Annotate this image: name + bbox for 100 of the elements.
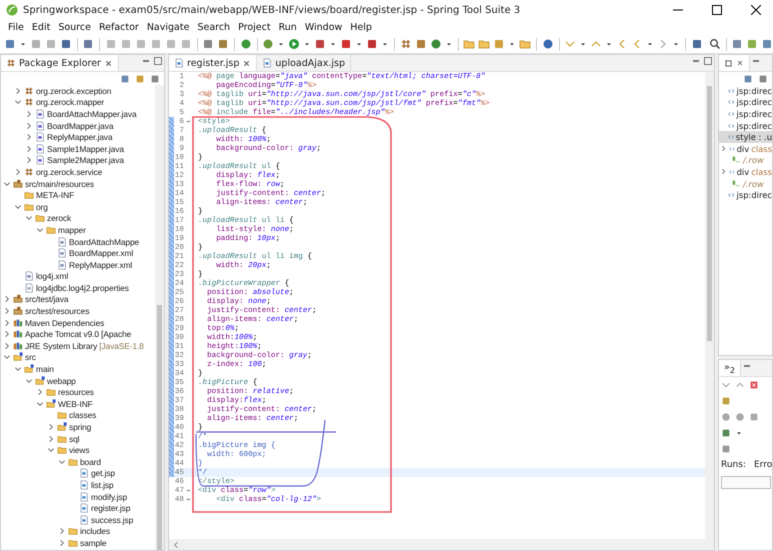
tree-item-label[interactable]: src/test/java: [25, 294, 68, 304]
tree-item-label[interactable]: main: [36, 364, 54, 374]
window-title: Springworkspace - exam05/src/main/webapp/WEB-INF/views/board/register.jsp - Spring Tool Suite 3: [23, 4, 522, 16]
menu-item[interactable]: Source: [54, 22, 95, 33]
menu-item[interactable]: Window: [300, 22, 346, 33]
tree-item-label[interactable]: org.zerock.exception: [36, 86, 112, 96]
tree-item-label[interactable]: classes: [69, 410, 96, 420]
menu-item[interactable]: Navigate: [142, 22, 194, 33]
outline-item-label[interactable]: div: [736, 166, 750, 177]
tree-item-label[interactable]: resources: [58, 387, 94, 398]
java-icon: [35, 144, 45, 154]
close-icon[interactable]: [736, 59, 744, 67]
outline-item-detail: class: [751, 166, 772, 177]
close-icon[interactable]: [242, 58, 252, 68]
folder-icon: [57, 410, 67, 420]
maximize-icon[interactable]: [702, 55, 714, 67]
outline-item-label[interactable]: /.row: [743, 155, 764, 166]
fold-icon[interactable]: [184, 118, 192, 125]
tree-item-label[interactable]: includes: [80, 526, 110, 536]
tree-item-label[interactable]: board: [80, 456, 101, 467]
tree-item-label[interactable]: log4jdbc.log4j2.properties: [36, 282, 129, 293]
tree-item-label[interactable]: src/test/resources: [25, 306, 90, 316]
tree-item-label[interactable]: BoardAttachMappe: [69, 236, 140, 247]
outline-icon: [724, 58, 733, 68]
menu-item[interactable]: Run: [274, 22, 301, 33]
tree-item-label[interactable]: Apache Tomcat v9.0 [Apache: [25, 329, 132, 340]
tree-item-label[interactable]: sql: [69, 434, 80, 444]
package-icon[interactable]: [400, 38, 412, 50]
package-explorer-tab[interactable]: Package Explorer: [1, 55, 119, 71]
tree-item-label[interactable]: BoardMapper.java: [47, 120, 114, 131]
package-explorer-icon: [6, 58, 16, 68]
tree-item-label[interactable]: zerock: [47, 213, 72, 224]
tree-item-label[interactable]: WEB-INF: [58, 398, 93, 409]
outline-item-label[interactable]: jsp:direc: [736, 120, 772, 131]
tree-item-label[interactable]: mapper: [58, 224, 86, 235]
spring-folder-icon: [35, 376, 45, 386]
scrollbar[interactable]: [169, 539, 714, 550]
scrollbar[interactable]: [155, 85, 164, 550]
java-icon: [35, 120, 45, 131]
tree-item-label[interactable]: Maven Dependencies: [25, 318, 104, 328]
close-icon: [751, 5, 761, 15]
close-icon[interactable]: [104, 58, 113, 68]
tree-item-label[interactable]: register.jsp: [91, 503, 130, 514]
tree-item-label[interactable]: BoardAttachMapper.java: [47, 108, 137, 119]
outline-item-label[interactable]: /.row: [743, 178, 764, 189]
selected-row-highlight[interactable]: style : .u: [719, 131, 772, 143]
menu-item[interactable]: File: [4, 22, 28, 33]
tree-item-label[interactable]: spring: [69, 422, 92, 432]
scrollbar[interactable]: [705, 72, 714, 539]
tree-item-label[interactable]: modify.jsp: [91, 492, 128, 502]
spring-folder-icon: [46, 398, 56, 409]
tree-item-label[interactable]: Sample2Mapper.java: [47, 155, 124, 166]
folder-icon: [57, 434, 67, 444]
scroll-left-icon[interactable]: [172, 540, 180, 548]
outline-item-label[interactable]: jsp:direc: [736, 108, 772, 119]
outline-item-label[interactable]: div: [736, 144, 750, 154]
tree-item-label[interactable]: org.zerock.mapper: [36, 97, 104, 108]
fold-icon[interactable]: [184, 496, 192, 503]
tree-item-label[interactable]: ReplyMapper.xml: [69, 260, 132, 270]
tree-item-label[interactable]: success.jsp: [91, 514, 134, 525]
menu-item[interactable]: Search: [193, 22, 234, 33]
jsp-icon: [79, 468, 89, 478]
tree-item-label[interactable]: list.jsp: [91, 480, 114, 490]
tree-item-label[interactable]: sample: [80, 538, 106, 548]
outline-item-label[interactable]: jsp:direc: [736, 190, 772, 200]
stop-server-icon[interactable]: [340, 38, 352, 50]
fold-icon[interactable]: [184, 487, 192, 494]
tree-item-label[interactable]: webapp: [47, 376, 76, 386]
folder-icon[interactable]: [478, 38, 490, 50]
jsp-icon: [79, 514, 89, 525]
editor-tab[interactable]: register.jsp: [169, 55, 258, 71]
junit-tab[interactable]: »$_{2}$: [719, 360, 741, 376]
folder-icon[interactable]: [463, 38, 476, 50]
tree-item-label[interactable]: ReplyMapper.java: [47, 132, 112, 142]
menu-item[interactable]: Help: [346, 22, 376, 33]
tree-item-label[interactable]: org.zerock.service: [36, 166, 102, 177]
tree-item-label[interactable]: views: [69, 445, 90, 456]
tree-item-label[interactable]: org: [36, 202, 48, 212]
outline-tab[interactable]: [719, 55, 750, 71]
java-icon: [35, 132, 45, 142]
tree-item-label[interactable]: src/main/resources: [25, 178, 94, 189]
tree-item-label[interactable]: JRE System Library: [25, 340, 98, 351]
outline-item-label[interactable]: style : .u: [736, 132, 772, 142]
outline-item-label[interactable]: jsp:direc: [736, 86, 772, 96]
menu-item[interactable]: Edit: [28, 22, 54, 33]
tree-item-label[interactable]: get.jsp: [91, 468, 115, 478]
tree-item-label[interactable]: src: [25, 352, 36, 362]
menu-item[interactable]: Refactor: [94, 22, 143, 33]
tree-item-label[interactable]: META-INF: [36, 190, 74, 200]
run-icon[interactable]: [288, 38, 300, 50]
package-icon: [24, 97, 34, 108]
tree-item-label[interactable]: log4j.xml: [36, 271, 68, 282]
tree-item-label[interactable]: BoardMapper.xml: [69, 248, 134, 258]
editor-tab[interactable]: uploadAjax.jsp: [257, 55, 351, 71]
outline-item-label[interactable]: jsp:direc: [736, 97, 772, 108]
tree-item-label[interactable]: Sample1Mapper.java: [47, 144, 124, 154]
maximize-icon[interactable]: [152, 55, 164, 67]
search-icon[interactable]: [708, 38, 721, 50]
menu-item[interactable]: Project: [234, 22, 275, 33]
failures-icon[interactable]: [749, 380, 759, 390]
